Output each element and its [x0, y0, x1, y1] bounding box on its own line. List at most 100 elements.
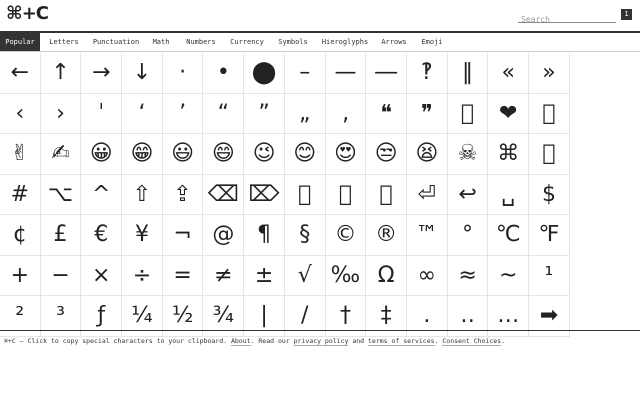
character-cell[interactable]: √	[284, 255, 326, 296]
tab-numbers[interactable]: Numbers	[182, 33, 220, 51]
privacy-policy-link[interactable]: privacy policy	[293, 337, 349, 346]
character-cell[interactable]: 😒	[366, 134, 407, 175]
character-cell[interactable]: 😊	[284, 134, 326, 175]
character-cell[interactable]: »	[529, 53, 570, 94]
character-cell[interactable]: €	[81, 215, 123, 256]
character-cell[interactable]: ⇪	[162, 174, 204, 215]
character-cell[interactable]: ^	[81, 174, 123, 215]
search-input[interactable]	[518, 12, 616, 27]
character-cell[interactable]: ¹	[529, 255, 570, 296]
character-cell[interactable]: ⬤	[244, 53, 285, 94]
tab-currency[interactable]: Currency	[228, 33, 266, 51]
character-cell[interactable]: ⌘	[488, 134, 530, 175]
tab-math[interactable]: Math	[148, 33, 174, 51]
tab-punctuation[interactable]: Punctuation	[90, 33, 142, 51]
character-cell[interactable]: ↓	[122, 53, 163, 94]
consent-choices-link[interactable]: Consent Choices	[442, 337, 502, 346]
character-cell[interactable]: “	[203, 93, 245, 134]
character-cell[interactable]: ␣	[488, 174, 530, 215]
character-cell[interactable]: ±	[244, 255, 285, 296]
character-cell[interactable]: ‘	[122, 93, 163, 134]
character-cell[interactable]: ‹	[0, 93, 41, 134]
tab-letters[interactable]: Letters	[46, 33, 82, 51]
character-cell[interactable]:  	[325, 174, 367, 215]
character-cell[interactable]: £	[40, 215, 82, 256]
character-cell[interactable]: ≠	[203, 255, 245, 296]
character-cell[interactable]: ¥	[122, 215, 163, 256]
character-cell[interactable]: 😉	[244, 134, 285, 175]
character-cell[interactable]: ☠	[447, 134, 489, 175]
search-button[interactable]: 1	[621, 9, 632, 20]
character-cell[interactable]: ©	[325, 215, 367, 256]
character-cell[interactable]: ”	[244, 93, 285, 134]
character-cell[interactable]: 😁	[122, 134, 163, 175]
character-cell[interactable]: ’	[162, 93, 204, 134]
character-cell[interactable]: ¢	[0, 215, 41, 256]
tab-arrows[interactable]: Arrows	[378, 33, 410, 51]
character-cell[interactable]: ‖	[447, 53, 489, 94]
character-cell[interactable]: ~	[488, 255, 530, 296]
character-cell[interactable]:  	[284, 174, 326, 215]
character-cell[interactable]: @	[203, 215, 245, 256]
character-cell[interactable]: ·	[162, 53, 204, 94]
character-cell[interactable]: ⌫	[203, 174, 245, 215]
character-cell[interactable]: —	[325, 53, 367, 94]
character-cell[interactable]: ÷	[122, 255, 163, 296]
character-cell[interactable]: ❞	[407, 93, 448, 134]
tab-popular[interactable]: Popular	[0, 33, 40, 51]
character-cell[interactable]: +	[0, 255, 41, 296]
character-cell[interactable]: ℃	[488, 215, 530, 256]
character-cell[interactable]: ˈ	[81, 93, 123, 134]
character-cell[interactable]: ✌	[0, 134, 41, 175]
character-cell[interactable]: →	[81, 53, 123, 94]
character-cell[interactable]: −	[40, 255, 82, 296]
character-cell[interactable]: ―	[366, 53, 407, 94]
character-cell[interactable]:  	[366, 174, 407, 215]
tab-emoji[interactable]: Emoji	[418, 33, 446, 51]
tab-hieroglyphs[interactable]: Hieroglyphs	[320, 33, 370, 51]
character-cell[interactable]: ‰	[325, 255, 367, 296]
character-cell[interactable]: ↑	[40, 53, 82, 94]
character-cell[interactable]: 😍	[325, 134, 367, 175]
character-cell[interactable]: 😄	[203, 134, 245, 175]
character-cell[interactable]: ‚	[325, 93, 367, 134]
logo[interactable]: ⌘+C	[6, 3, 49, 25]
character-cell[interactable]: ™	[407, 215, 448, 256]
character-cell[interactable]: Ω	[366, 255, 407, 296]
character-cell[interactable]:  	[529, 93, 570, 134]
tab-symbols[interactable]: Symbols	[276, 33, 310, 51]
character-cell[interactable]: ←	[0, 53, 41, 94]
character-cell[interactable]: •	[203, 53, 245, 94]
about-link[interactable]: About	[230, 337, 251, 346]
character-cell[interactable]: ⌥	[40, 174, 82, 215]
character-cell[interactable]: ›	[40, 93, 82, 134]
character-cell[interactable]: °	[447, 215, 489, 256]
character-cell[interactable]: ¶	[244, 215, 285, 256]
character-cell[interactable]: ×	[81, 255, 123, 296]
character-cell[interactable]: ∞	[407, 255, 448, 296]
character-cell[interactable]: ✍	[40, 134, 82, 175]
character-cell[interactable]:  	[529, 134, 570, 175]
character-cell[interactable]: ❝	[366, 93, 407, 134]
search-box[interactable]	[518, 7, 616, 27]
character-cell[interactable]: ¬	[162, 215, 204, 256]
character-cell[interactable]: ≈	[447, 255, 489, 296]
character-cell[interactable]: –	[284, 53, 326, 94]
character-cell[interactable]: #	[0, 174, 41, 215]
character-cell[interactable]: ℉	[529, 215, 570, 256]
terms-link[interactable]: terms of services	[368, 337, 435, 346]
character-cell[interactable]: $	[529, 174, 570, 215]
character-cell[interactable]: §	[284, 215, 326, 256]
character-cell[interactable]: 😃	[162, 134, 204, 175]
character-cell[interactable]: =	[162, 255, 204, 296]
character-cell[interactable]: ❤	[488, 93, 530, 134]
character-cell[interactable]: „	[284, 93, 326, 134]
character-cell[interactable]: «	[488, 53, 530, 94]
character-cell[interactable]: ⇧	[122, 174, 163, 215]
character-cell[interactable]:  	[447, 93, 489, 134]
character-cell[interactable]: ↩	[447, 174, 489, 215]
character-cell[interactable]: ®	[366, 215, 407, 256]
character-cell[interactable]: ⏎	[407, 174, 448, 215]
character-cell[interactable]: 😫	[407, 134, 448, 175]
character-cell[interactable]: ⌦	[244, 174, 285, 215]
